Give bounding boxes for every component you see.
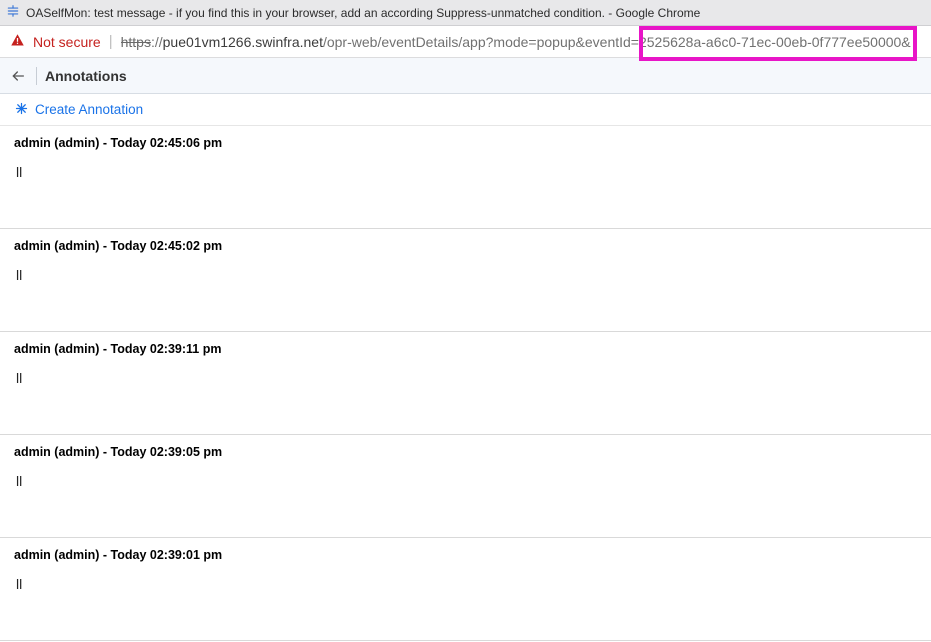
annotations-list: admin (admin) - Today 02:45:06 pm ll adm…: [0, 126, 931, 641]
annotation-time: Today 02:39:05 pm: [111, 445, 223, 459]
annotation-body: ll: [14, 576, 917, 592]
annotation-body: ll: [14, 267, 917, 283]
annotation-sep: -: [99, 548, 110, 562]
annotation-sep: -: [99, 239, 110, 253]
url-host: pue01vm1266.swinfra.net: [163, 34, 323, 50]
create-annotation-link[interactable]: Create Annotation: [35, 102, 143, 117]
annotation-time: Today 02:39:01 pm: [111, 548, 223, 562]
annotation-header: admin (admin) - Today 02:39:11 pm: [14, 342, 917, 356]
url-scheme: https: [121, 34, 151, 50]
not-secure-label: Not secure: [33, 34, 101, 50]
annotation-body: ll: [14, 473, 917, 489]
annotation-item: admin (admin) - Today 02:39:11 pm ll: [0, 332, 931, 435]
annotation-time: Today 02:45:06 pm: [111, 136, 223, 150]
back-button[interactable]: [8, 66, 28, 86]
annotation-author: admin (admin): [14, 548, 99, 562]
annotation-body: ll: [14, 370, 917, 386]
panel-title: Annotations: [45, 68, 127, 84]
action-bar: Create Annotation: [0, 94, 931, 126]
url-text[interactable]: https://pue01vm1266.swinfra.net/opr-web/…: [121, 34, 911, 50]
annotation-author: admin (admin): [14, 445, 99, 459]
annotation-item: admin (admin) - Today 02:45:02 pm ll: [0, 229, 931, 332]
annotation-author: admin (admin): [14, 239, 99, 253]
annotation-header: admin (admin) - Today 02:45:06 pm: [14, 136, 917, 150]
annotation-item: admin (admin) - Today 02:45:06 pm ll: [0, 126, 931, 229]
annotation-author: admin (admin): [14, 136, 99, 150]
annotation-body: ll: [14, 164, 917, 180]
annotation-time: Today 02:45:02 pm: [111, 239, 223, 253]
chrome-titlebar: OASelfMon: test message - if you find th…: [0, 0, 931, 26]
address-separator: |: [109, 33, 113, 50]
annotation-time: Today 02:39:11 pm: [111, 342, 222, 356]
url-path: /opr-web/eventDetails/app?mode=popup&eve…: [323, 34, 911, 50]
page-favicon: [6, 4, 20, 21]
header-divider: [36, 67, 37, 85]
create-annotation-icon[interactable]: [14, 101, 29, 119]
annotation-item: admin (admin) - Today 02:39:05 pm ll: [0, 435, 931, 538]
annotation-sep: -: [99, 136, 110, 150]
annotation-header: admin (admin) - Today 02:45:02 pm: [14, 239, 917, 253]
address-bar[interactable]: Not secure | https://pue01vm1266.swinfra…: [0, 26, 931, 58]
annotation-sep: -: [99, 342, 110, 356]
window-title: OASelfMon: test message - if you find th…: [26, 6, 700, 20]
panel-header: Annotations: [0, 58, 931, 94]
annotation-author: admin (admin): [14, 342, 99, 356]
not-secure-icon: [10, 33, 25, 51]
annotation-sep: -: [99, 445, 110, 459]
url-scheme-sep: ://: [151, 34, 163, 50]
annotation-item: admin (admin) - Today 02:39:01 pm ll: [0, 538, 931, 641]
annotation-header: admin (admin) - Today 02:39:01 pm: [14, 548, 917, 562]
annotation-header: admin (admin) - Today 02:39:05 pm: [14, 445, 917, 459]
